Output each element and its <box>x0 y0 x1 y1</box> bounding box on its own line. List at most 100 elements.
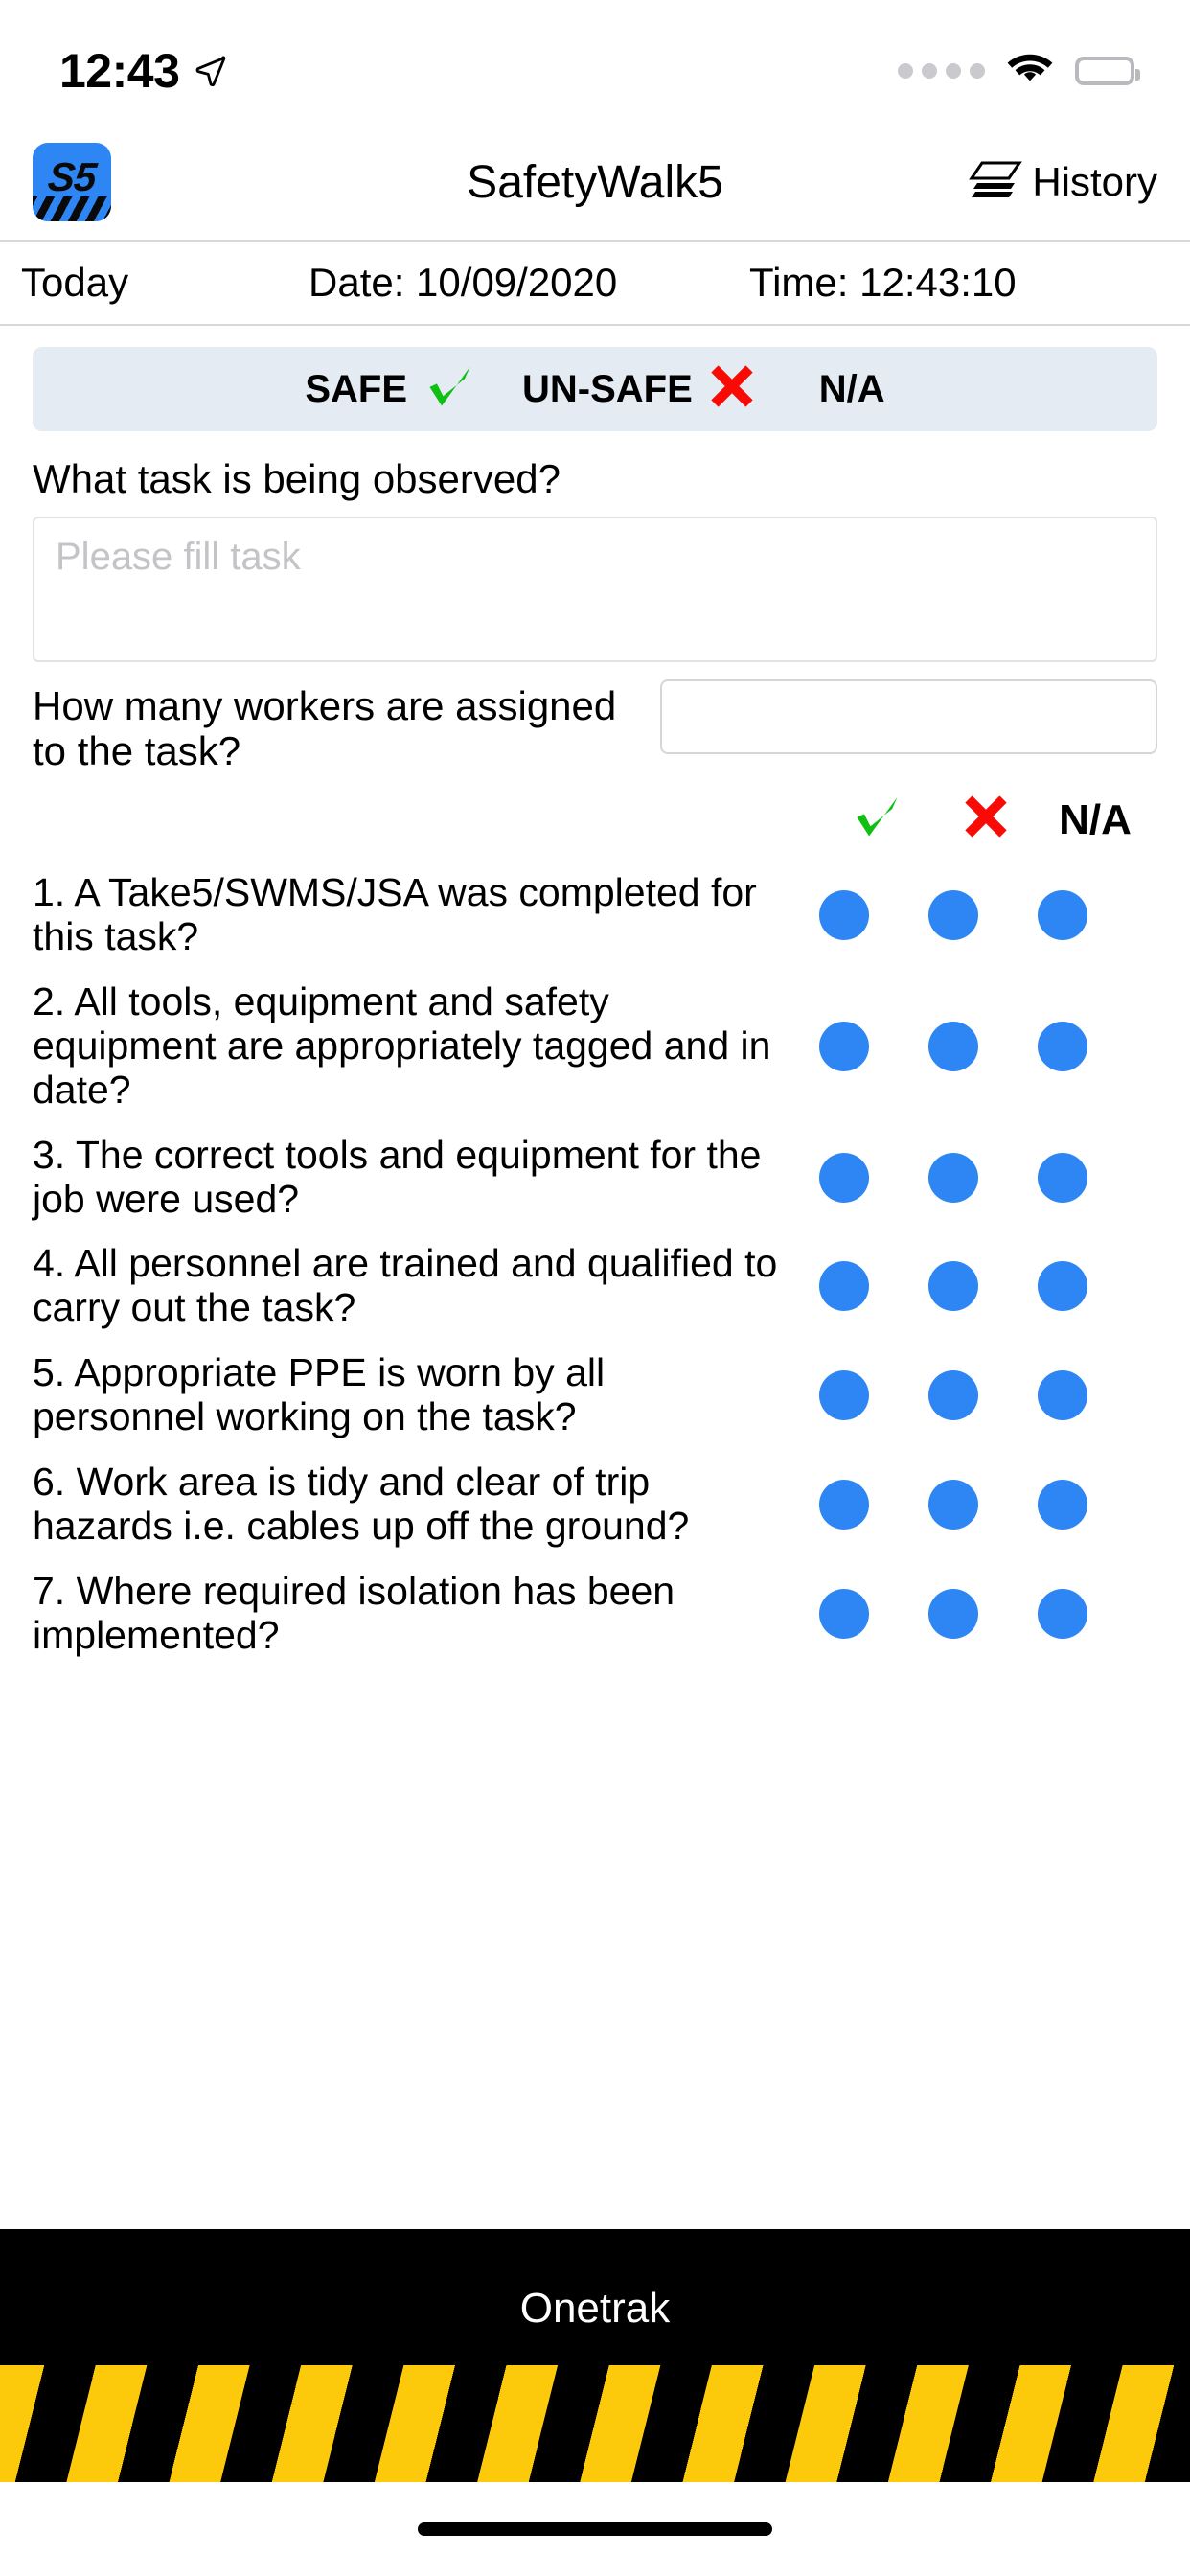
checklist-question-text: 5. Appropriate PPE is worn by all person… <box>33 1350 606 1439</box>
date-time-row: Today Date: 10/09/2020 Time: 12:43:10 <box>0 242 1190 326</box>
checklist-options <box>790 1021 1125 1071</box>
option-unsafe[interactable] <box>899 1370 1008 1421</box>
table-row: 6. Work area is tidy and clear of trip h… <box>33 1460 1157 1549</box>
option-na[interactable] <box>1008 1021 1117 1071</box>
radio-na[interactable] <box>1038 1588 1087 1639</box>
date-value: Date: 10/09/2020 <box>309 260 618 305</box>
app-logo-text: S5 <box>45 153 99 199</box>
option-unsafe[interactable] <box>899 1152 1008 1203</box>
app-header: S5 SafetyWalk5 History <box>0 125 1190 242</box>
option-na[interactable] <box>1008 1479 1117 1530</box>
rating-legend: SAFE UN-SAFE N/A <box>33 347 1157 431</box>
radio-safe[interactable] <box>819 1479 869 1530</box>
option-unsafe[interactable] <box>899 1479 1008 1530</box>
green-check-icon <box>423 359 476 420</box>
option-na[interactable] <box>1008 1370 1117 1421</box>
option-na[interactable] <box>1008 1261 1117 1312</box>
task-input[interactable] <box>33 517 1157 663</box>
radio-unsafe[interactable] <box>928 1152 978 1203</box>
app-footer: Onetrak <box>0 2229 1190 2482</box>
checklist-options <box>790 1152 1125 1203</box>
radio-safe[interactable] <box>819 1370 869 1421</box>
workers-count-input[interactable] <box>660 679 1157 755</box>
checklist-options <box>790 1370 1125 1421</box>
checklist-options <box>790 1261 1125 1312</box>
radio-na[interactable] <box>1038 1261 1087 1312</box>
app-logo-stripes <box>33 196 111 221</box>
history-label: History <box>1032 159 1157 204</box>
checklist-question-text: 7. Where required isolation has been imp… <box>33 1568 675 1657</box>
radio-unsafe[interactable] <box>928 1370 978 1421</box>
footer-brand-label: Onetrak <box>519 2285 671 2332</box>
checklist-options <box>790 1479 1125 1530</box>
option-unsafe[interactable] <box>899 1588 1008 1639</box>
form-content: SAFE UN-SAFE N/A What task is being obse… <box>0 326 1190 2229</box>
home-indicator[interactable] <box>418 2522 772 2536</box>
radio-unsafe[interactable] <box>928 1261 978 1312</box>
legend-unsafe-label: UN-SAFE <box>522 367 693 410</box>
table-row: 1. A Take5/SWMS/JSA was completed for th… <box>33 870 1157 959</box>
radio-na[interactable] <box>1038 1021 1087 1071</box>
option-safe[interactable] <box>790 890 899 940</box>
table-row: 4. All personnel are trained and qualifi… <box>33 1242 1157 1330</box>
radio-safe[interactable] <box>819 890 869 940</box>
column-header-check <box>822 790 931 851</box>
column-header-na: N/A <box>1059 796 1132 844</box>
table-row: 2. All tools, equipment and safety equip… <box>33 978 1157 1113</box>
red-cross-icon <box>708 362 756 417</box>
radio-na[interactable] <box>1038 1370 1087 1421</box>
option-na[interactable] <box>1008 890 1117 940</box>
status-bar-clock: 12:43 <box>59 44 180 98</box>
option-safe[interactable] <box>790 1370 899 1421</box>
workers-question-label: How many workers are assigned to the tas… <box>33 683 617 774</box>
option-unsafe[interactable] <box>899 1261 1008 1312</box>
radio-unsafe[interactable] <box>928 890 978 940</box>
table-row: 7. Where required isolation has been imp… <box>33 1568 1157 1658</box>
signal-dots-icon <box>898 63 985 79</box>
radio-safe[interactable] <box>819 1152 869 1203</box>
radio-na[interactable] <box>1038 890 1087 940</box>
table-row: 3. The correct tools and equipment for t… <box>33 1133 1157 1222</box>
today-label: Today <box>21 260 129 305</box>
checklist-options <box>790 890 1125 940</box>
radio-na[interactable] <box>1038 1479 1087 1530</box>
option-safe[interactable] <box>790 1479 899 1530</box>
option-safe[interactable] <box>790 1588 899 1639</box>
layers-stack-icon <box>969 161 1023 197</box>
option-safe[interactable] <box>790 1261 899 1312</box>
task-question-label: What task is being observed? <box>33 456 561 501</box>
option-na[interactable] <box>1008 1588 1117 1639</box>
radio-unsafe[interactable] <box>928 1021 978 1071</box>
radio-safe[interactable] <box>819 1261 869 1312</box>
checklist-options <box>790 1588 1125 1639</box>
app-screen: 12:43 S5 SafetyWalk5 History Today Date:… <box>0 0 1190 2576</box>
wifi-icon <box>1007 54 1053 81</box>
column-header-cross <box>931 793 1041 848</box>
option-safe[interactable] <box>790 1021 899 1071</box>
time-value: Time: 12:43:10 <box>749 260 1017 305</box>
option-unsafe[interactable] <box>899 890 1008 940</box>
safetywalk5-app-logo: S5 <box>33 143 111 221</box>
radio-unsafe[interactable] <box>928 1588 978 1639</box>
option-na[interactable] <box>1008 1152 1117 1203</box>
checklist-question-text: 2. All tools, equipment and safety equip… <box>33 978 771 1112</box>
home-indicator-area <box>0 2482 1190 2576</box>
checklist-question-text: 1. A Take5/SWMS/JSA was completed for th… <box>33 870 757 958</box>
radio-unsafe[interactable] <box>928 1479 978 1530</box>
legend-unsafe: UN-SAFE <box>522 362 756 417</box>
legend-na: N/A <box>819 368 885 411</box>
location-arrow-icon <box>195 56 226 87</box>
radio-safe[interactable] <box>819 1588 869 1639</box>
option-safe[interactable] <box>790 1152 899 1203</box>
workers-row: How many workers are assigned to the tas… <box>33 679 1157 773</box>
checklist-column-headers: N/A <box>33 791 1157 850</box>
checklist-question-text: 6. Work area is tidy and clear of trip h… <box>33 1460 690 1548</box>
history-button[interactable]: History <box>969 159 1157 205</box>
hazard-stripes <box>0 2365 1190 2482</box>
status-bar: 12:43 <box>0 0 1190 125</box>
battery-full-icon <box>1075 57 1140 85</box>
radio-safe[interactable] <box>819 1021 869 1071</box>
option-unsafe[interactable] <box>899 1021 1008 1071</box>
radio-na[interactable] <box>1038 1152 1087 1203</box>
status-bar-left: 12:43 <box>59 43 227 99</box>
